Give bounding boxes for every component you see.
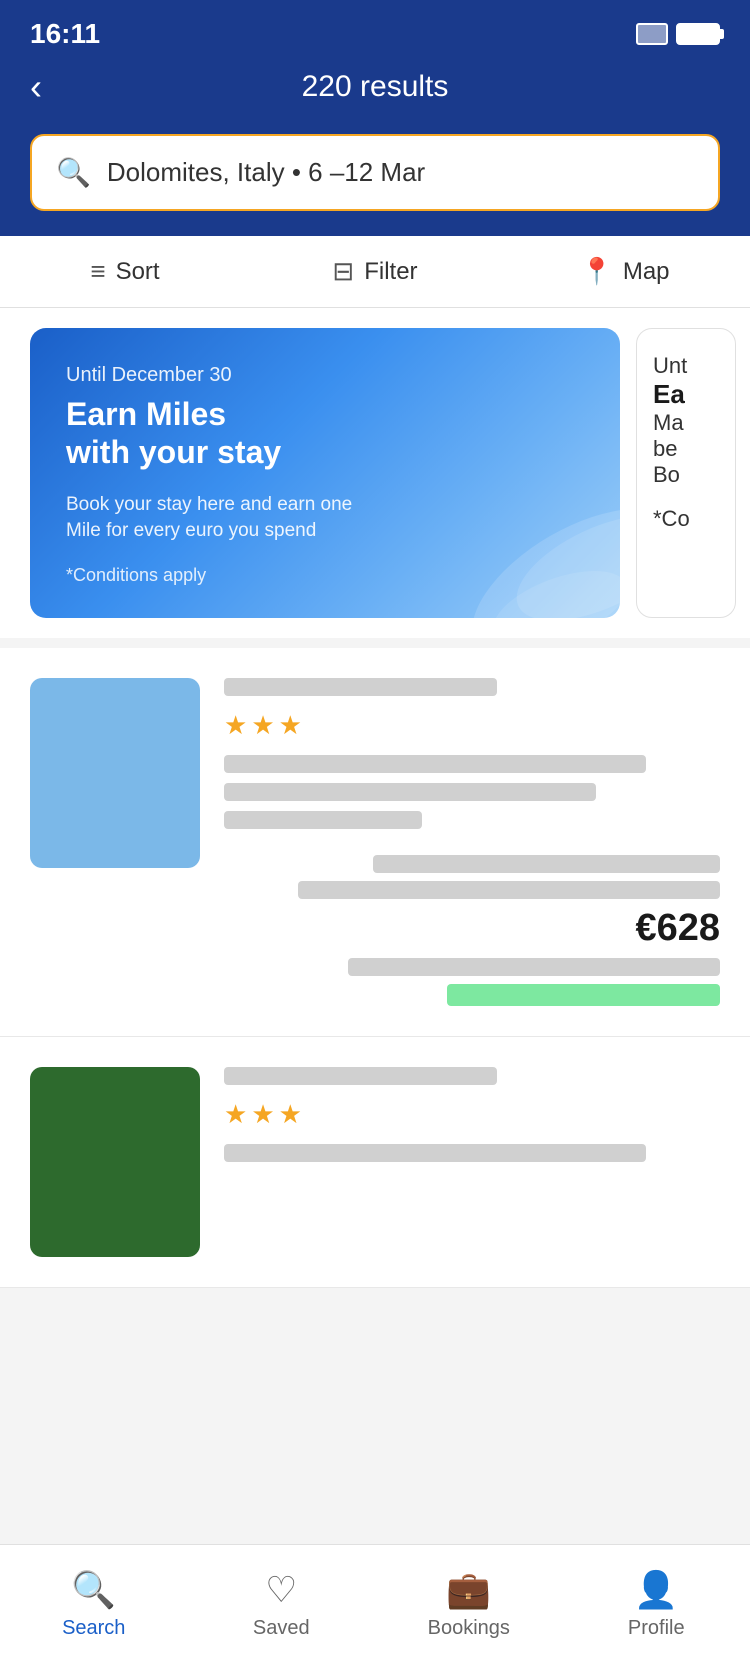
bottom-navigation: 🔍 Search ♡ Saved 💼 Bookings 👤 Profile: [0, 1544, 750, 1664]
price-skeleton-1: [373, 855, 720, 873]
filter-icon: ⊟: [332, 256, 354, 287]
partial-title: Ea: [653, 379, 719, 410]
nav-bookings[interactable]: 💼 Bookings: [375, 1569, 563, 1640]
status-icons: [636, 23, 720, 45]
partial-subtitle: Unt: [653, 353, 719, 379]
hotel-name-skeleton: [224, 678, 497, 696]
hotel-detail-2-1: [224, 1144, 646, 1162]
star-3: ★: [279, 1099, 302, 1130]
search-query: Dolomites, Italy • 6 –12 Mar: [107, 157, 425, 188]
saved-nav-icon: ♡: [265, 1569, 297, 1611]
map-icon: 📍: [580, 256, 612, 287]
sort-icon: ≡: [90, 256, 105, 287]
hotel-image-2: [30, 1067, 200, 1257]
banner-card-partial: Unt Ea Ma be Bo *Co: [636, 328, 736, 618]
search-icon: 🔍: [56, 156, 91, 189]
price-skeleton-2: [298, 881, 720, 899]
hotel-card-2[interactable]: ★ ★ ★: [0, 1037, 750, 1288]
hotel-stars: ★ ★ ★: [224, 710, 720, 741]
miles-banner[interactable]: Until December 30 Earn Mileswith your st…: [30, 328, 620, 618]
hotel-listings: ★ ★ ★ €628 ★ ★ ★: [0, 648, 750, 1288]
star-2: ★: [251, 710, 274, 741]
hotel-card[interactable]: ★ ★ ★ €628: [0, 648, 750, 1037]
back-button[interactable]: ‹: [30, 66, 42, 108]
price-sub-skeleton: [348, 958, 720, 976]
status-time: 16:11: [30, 18, 100, 50]
battery-icon: [676, 23, 720, 45]
green-badge: [447, 984, 720, 1006]
partial-line3: Bo: [653, 462, 719, 488]
hotel-info-2: ★ ★ ★: [224, 1067, 720, 1257]
hotel-info: ★ ★ ★ €628: [224, 678, 720, 1006]
hotel-price: €628: [224, 907, 720, 950]
bookings-nav-label: Bookings: [428, 1617, 510, 1640]
profile-nav-label: Profile: [628, 1617, 685, 1640]
hotel-detail-3: [224, 811, 422, 829]
hotel-name-skeleton-2: [224, 1067, 497, 1085]
saved-nav-label: Saved: [253, 1617, 310, 1640]
filter-bar: ≡ Sort ⊟ Filter 📍 Map: [0, 236, 750, 308]
bookings-nav-icon: 💼: [446, 1569, 491, 1611]
map-button[interactable]: 📍 Map: [500, 256, 750, 287]
partial-line1: Ma: [653, 410, 719, 436]
hotel-image: [30, 678, 200, 868]
nav-search[interactable]: 🔍 Search: [0, 1569, 188, 1640]
search-nav-icon: 🔍: [71, 1569, 116, 1611]
search-bar[interactable]: 🔍 Dolomites, Italy • 6 –12 Mar: [30, 134, 720, 211]
hotel-stars-2: ★ ★ ★: [224, 1099, 720, 1130]
hotel-detail-2: [224, 783, 596, 801]
search-nav-label: Search: [62, 1617, 125, 1640]
signal-icon: [636, 23, 668, 45]
nav-saved[interactable]: ♡ Saved: [188, 1569, 376, 1640]
hotel-detail-1: [224, 755, 646, 773]
partial-conditions: *Co: [653, 506, 719, 532]
search-container: 🔍 Dolomites, Italy • 6 –12 Mar: [0, 134, 750, 236]
results-count: 220 results: [302, 70, 449, 104]
star-1: ★: [224, 710, 247, 741]
banner-subtitle: Until December 30: [66, 364, 584, 387]
header: ‹ 220 results: [0, 60, 750, 134]
profile-nav-icon: 👤: [634, 1569, 679, 1611]
status-bar: 16:11: [0, 0, 750, 60]
star-2: ★: [251, 1099, 274, 1130]
star-1: ★: [224, 1099, 247, 1130]
star-3: ★: [279, 710, 302, 741]
nav-profile[interactable]: 👤 Profile: [563, 1569, 750, 1640]
plane-wing-decoration: [380, 438, 620, 618]
sort-label: Sort: [116, 258, 160, 286]
partial-line2: be: [653, 436, 719, 462]
filter-label: Filter: [364, 258, 417, 286]
banner-carousel: Until December 30 Earn Mileswith your st…: [0, 308, 750, 638]
filter-button[interactable]: ⊟ Filter: [250, 256, 500, 287]
map-label: Map: [623, 258, 670, 286]
sort-button[interactable]: ≡ Sort: [0, 256, 250, 287]
